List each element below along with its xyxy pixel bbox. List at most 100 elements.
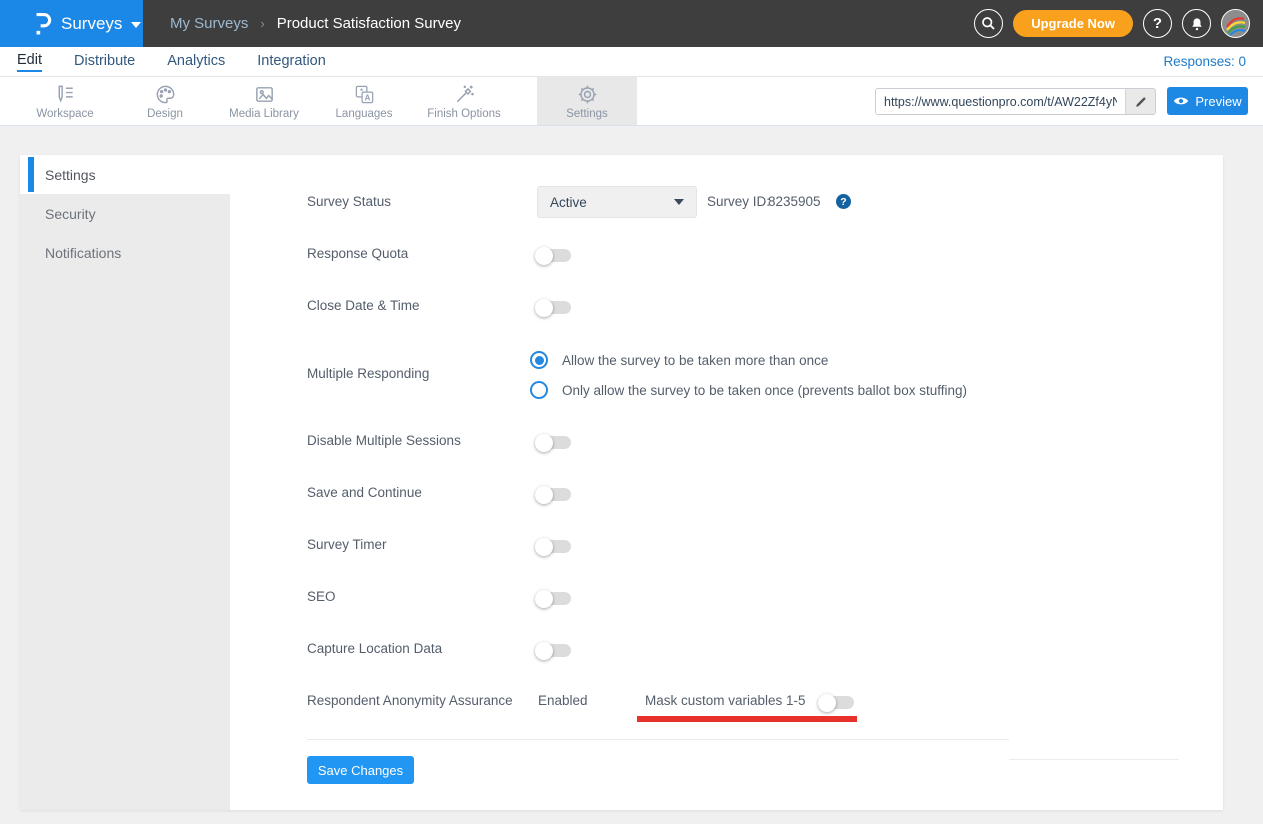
survey-id-value: 8235905 xyxy=(768,194,821,209)
finish-options-icon xyxy=(453,83,476,106)
sidebar-item-notifications[interactable]: Notifications xyxy=(20,233,230,272)
anonymity-label: Respondent Anonymity Assurance xyxy=(307,693,513,708)
toolbar-item-languages[interactable]: * A Languages xyxy=(314,77,414,125)
toolbar-item-workspace[interactable]: Workspace xyxy=(15,77,115,125)
settings-panel: Settings Security Notifications Survey S… xyxy=(20,155,1223,810)
radio-option-label: Allow the survey to be taken more than o… xyxy=(562,353,828,368)
toggle-knob xyxy=(535,434,553,452)
chevron-down-icon xyxy=(131,22,141,28)
mask-custom-variables-toggle[interactable] xyxy=(820,696,854,709)
user-avatar[interactable] xyxy=(1221,9,1250,38)
tab-integration[interactable]: Integration xyxy=(257,53,326,71)
save-changes-button[interactable]: Save Changes xyxy=(307,756,414,784)
survey-timer-toggle[interactable] xyxy=(537,540,571,553)
toggle-knob xyxy=(535,299,553,317)
radio-option-allow-multiple[interactable]: Allow the survey to be taken more than o… xyxy=(530,351,828,369)
languages-icon: * A xyxy=(353,83,376,106)
close-date-time-toggle[interactable] xyxy=(537,301,571,314)
survey-id-help-button[interactable]: ? xyxy=(836,194,851,209)
search-icon xyxy=(980,15,997,32)
survey-url-field xyxy=(875,88,1156,115)
tab-edit[interactable]: Edit xyxy=(17,52,42,72)
capture-location-data-toggle[interactable] xyxy=(537,644,571,657)
breadcrumb-separator-icon: › xyxy=(260,16,264,31)
notifications-button[interactable] xyxy=(1182,9,1211,38)
survey-url-input[interactable] xyxy=(876,89,1125,114)
survey-status-dropdown[interactable]: Active xyxy=(537,186,697,218)
survey-status-label: Survey Status xyxy=(307,194,391,209)
responses-count: Responses: 0 xyxy=(1163,47,1246,75)
upgrade-now-button[interactable]: Upgrade Now xyxy=(1013,10,1133,37)
setting-label: Response Quota xyxy=(307,246,408,261)
product-switcher[interactable]: Surveys xyxy=(0,0,143,47)
sidebar-item-security[interactable]: Security xyxy=(20,194,230,233)
setting-label: Survey Timer xyxy=(307,537,387,552)
radio-option-only-once[interactable]: Only allow the survey to be taken once (… xyxy=(530,381,967,399)
setting-row-seo: SEO xyxy=(307,588,907,608)
setting-row-close-date-time: Close Date & Time xyxy=(307,297,907,317)
setting-row-disable-multiple-sessions: Disable Multiple Sessions xyxy=(307,432,907,452)
mask-custom-variables-label: Mask custom variables 1-5 xyxy=(645,693,806,708)
search-button[interactable] xyxy=(974,9,1003,38)
preview-button[interactable]: Preview xyxy=(1167,87,1248,115)
toolbar-label: Settings xyxy=(566,108,608,120)
toggle-knob xyxy=(818,694,836,712)
product-name: Surveys xyxy=(61,14,122,34)
setting-label: Close Date & Time xyxy=(307,298,420,313)
radio-button-icon[interactable] xyxy=(530,381,548,399)
toolbar-label: Design xyxy=(147,108,183,120)
survey-tab-nav: Edit Distribute Analytics Integration Re… xyxy=(0,47,1263,77)
toolbar-item-design[interactable]: Design xyxy=(115,77,215,125)
tab-analytics[interactable]: Analytics xyxy=(167,53,225,71)
breadcrumb-my-surveys[interactable]: My Surveys xyxy=(170,15,248,32)
sidebar-item-label: Settings xyxy=(45,167,96,183)
toolbar-label: Languages xyxy=(336,108,393,120)
sidebar-item-settings[interactable]: Settings xyxy=(20,155,230,194)
survey-id-label: Survey ID: xyxy=(707,194,770,209)
toggle-knob xyxy=(535,590,553,608)
workspace-icon xyxy=(54,83,77,106)
red-highlight-underline xyxy=(637,716,857,722)
toggle-knob xyxy=(535,486,553,504)
toolbar-label: Workspace xyxy=(36,108,93,120)
toolbar-item-finish-options[interactable]: Finish Options xyxy=(414,77,514,125)
pencil-icon xyxy=(1134,95,1148,109)
bell-icon xyxy=(1189,16,1205,32)
toolbar-item-settings[interactable]: Settings xyxy=(537,77,637,125)
sidebar-item-label: Notifications xyxy=(45,245,121,261)
question-mark-icon: ? xyxy=(840,196,846,208)
survey-status-value: Active xyxy=(550,195,674,210)
setting-row-survey-timer: Survey Timer xyxy=(307,536,907,556)
setting-label: Disable Multiple Sessions xyxy=(307,433,461,448)
radio-option-label: Only allow the survey to be taken once (… xyxy=(562,383,967,398)
setting-label: Capture Location Data xyxy=(307,641,442,656)
design-icon xyxy=(154,83,177,106)
save-and-continue-toggle[interactable] xyxy=(537,488,571,501)
disable-multiple-sessions-toggle[interactable] xyxy=(537,436,571,449)
seo-toggle[interactable] xyxy=(537,592,571,605)
edit-url-button[interactable] xyxy=(1125,89,1155,114)
header-actions: Upgrade Now ? xyxy=(974,9,1250,38)
settings-sidebar: Settings Security Notifications xyxy=(20,155,230,810)
question-mark-icon: ? xyxy=(1153,15,1162,32)
setting-row-response-quota: Response Quota xyxy=(307,245,907,265)
right-divider xyxy=(1009,759,1179,760)
toolbar-item-media-library[interactable]: Media Library xyxy=(214,77,314,125)
setting-row-capture-location-data: Capture Location Data xyxy=(307,640,907,660)
help-button[interactable]: ? xyxy=(1143,9,1172,38)
toolbar-label: Finish Options xyxy=(427,108,501,120)
breadcrumb: My Surveys › Product Satisfaction Survey xyxy=(170,0,461,47)
toolbar-label: Media Library xyxy=(229,108,299,120)
response-quota-toggle[interactable] xyxy=(537,249,571,262)
chevron-down-icon xyxy=(674,199,684,205)
media-library-icon xyxy=(253,83,276,106)
multiple-responding-label: Multiple Responding xyxy=(307,366,429,381)
svg-text:A: A xyxy=(364,93,370,102)
tab-distribute[interactable]: Distribute xyxy=(74,53,135,71)
setting-row-save-and-continue: Save and Continue xyxy=(307,484,907,504)
edit-toolbar: Workspace Design Media Library xyxy=(0,77,1263,126)
toggle-knob xyxy=(535,247,553,265)
active-indicator-bar xyxy=(28,157,34,192)
radio-button-selected-icon[interactable] xyxy=(530,351,548,369)
preview-label: Preview xyxy=(1195,94,1241,109)
